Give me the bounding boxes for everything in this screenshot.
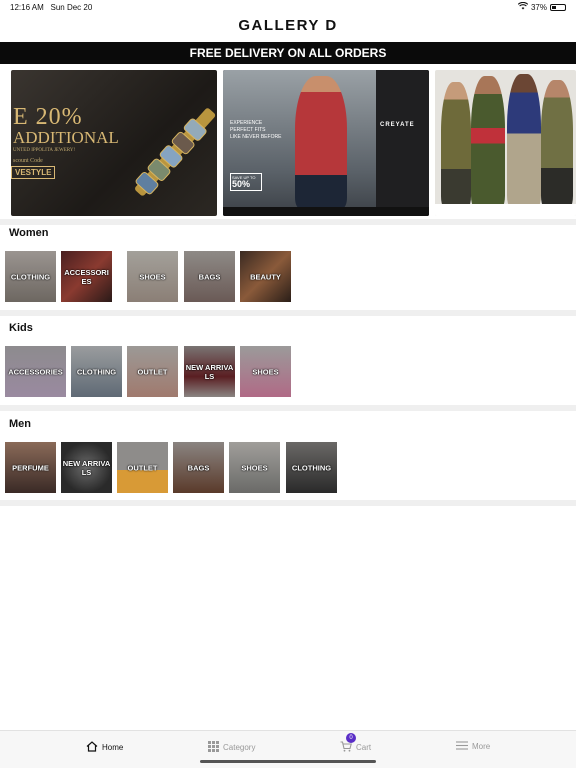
kids-tile-new-arrivals[interactable]: NEW ARRIVALS (184, 346, 235, 397)
tile-label: BAGS (187, 463, 210, 472)
wifi-icon (517, 1, 529, 12)
men-tile-bags[interactable]: BAGS (173, 442, 224, 493)
section-divider (0, 310, 576, 316)
app-title: GALLERY D (238, 17, 338, 34)
tab-label: Home (102, 743, 124, 752)
battery-fill (552, 5, 557, 9)
men-tile-clothing[interactable]: CLOTHING (286, 442, 337, 493)
men-tile-outlet[interactable]: OUTLET (117, 442, 168, 493)
tile-label: SHOES (241, 463, 268, 472)
women-tile-clothing[interactable]: CLOTHING (5, 251, 56, 302)
tab-cart[interactable]: Cart (340, 741, 371, 754)
kids-tile-accessories[interactable]: ACCESSORIES (5, 346, 66, 397)
model-figure-3 (507, 74, 541, 206)
promo-banner[interactable]: FREE DELIVERY ON ALL ORDERS (0, 42, 576, 64)
banner-code: VESTYLE (11, 166, 56, 179)
save-value: 50% (232, 179, 251, 189)
banner-code-label: scount Code (13, 158, 43, 164)
model-figure (295, 76, 347, 208)
model-figure-2 (471, 76, 505, 206)
tab-label: Cart (356, 743, 372, 752)
kids-tile-clothing[interactable]: CLOTHING (71, 346, 122, 397)
battery-percent: 37% (530, 2, 547, 12)
women-tile-accessories[interactable]: ACCESSORIES (61, 251, 112, 302)
status-right: 37% (517, 1, 566, 12)
home-indicator (200, 760, 376, 763)
tagline-line-3: LIKE NEVER BEFORE (230, 134, 282, 140)
cart-count-badge: 0 (346, 733, 356, 743)
status-date: Sun Dec 20 (50, 2, 93, 12)
section-title-kids: Kids (9, 322, 33, 334)
battery-icon (550, 3, 566, 11)
tagline-line-1: EXPERIENCE (230, 120, 263, 126)
banner-save-box: SAVE UP TO 50% (230, 173, 262, 191)
model-figure-1 (441, 82, 471, 206)
menu-icon (456, 741, 468, 752)
banner-creyate[interactable]: EXPERIENCE PERFECT FITS LIKE NEVER BEFOR… (223, 70, 429, 216)
banner-footer-band (435, 204, 576, 216)
tab-category[interactable]: Category (208, 741, 255, 754)
tab-more[interactable]: More (456, 741, 490, 752)
section-divider (0, 405, 576, 411)
tile-label: ACCESSORIES (8, 367, 63, 376)
banner-additional: ADDITIONAL (13, 128, 119, 147)
home-icon (86, 741, 98, 754)
status-left: 12:16 AM Sun Dec 20 (10, 3, 92, 12)
tagline-line-2: PERFECT FITS (230, 127, 266, 133)
men-tile-new-arrivals[interactable]: NEW ARRIVALS (61, 442, 112, 493)
tab-label: Category (223, 743, 256, 752)
section-divider (0, 219, 576, 225)
banner-dark-panel (376, 70, 429, 216)
section-divider (0, 500, 576, 506)
banner-fashion[interactable] (435, 70, 576, 216)
tab-label: More (472, 742, 491, 751)
women-tile-beauty[interactable]: BEAUTY (240, 251, 291, 302)
men-tile-shoes[interactable]: SHOES (229, 442, 280, 493)
tile-label: ACCESSORIES (64, 267, 109, 286)
women-tile-shoes[interactable]: SHOES (127, 251, 178, 302)
banner-tagline: EXPERIENCE PERFECT FITS LIKE NEVER BEFOR… (230, 120, 281, 141)
status-bar: 12:16 AM Sun Dec 20 37% (0, 0, 576, 14)
section-title-women: Women (9, 227, 49, 239)
kids-tile-outlet[interactable]: OUTLET (127, 346, 178, 397)
grid-icon (208, 741, 219, 754)
banner-brand: CREYATE (380, 122, 415, 128)
tile-label: SHOES (139, 272, 166, 281)
section-title-men: Men (9, 418, 31, 430)
banner-jewelry[interactable]: E 20% ADDITIONAL UNTED IPPOLITA JEWERY! … (11, 70, 217, 216)
banner-subtext: UNTED IPPOLITA JEWERY! (13, 148, 76, 153)
tile-label: CLOTHING (291, 463, 332, 472)
tile-label: OUTLET (137, 367, 168, 376)
model-figure-4 (541, 80, 573, 206)
women-tile-bags[interactable]: BAGS (184, 251, 235, 302)
tile-label: PERFUME (12, 463, 49, 472)
tile-label: CLOTHING (76, 367, 117, 376)
tile-label: SHOES (252, 367, 279, 376)
tile-label: BEAUTY (250, 272, 281, 281)
status-time: 12:16 AM (10, 2, 44, 12)
men-tile-perfume[interactable]: PERFUME (5, 442, 56, 493)
tile-label: BAGS (198, 272, 221, 281)
tile-label: OUTLET (127, 463, 158, 472)
tile-label: CLOTHING (10, 272, 51, 281)
tile-label: NEW ARRIVALS (62, 458, 111, 477)
kids-tile-shoes[interactable]: SHOES (240, 346, 291, 397)
tab-home[interactable]: Home (86, 741, 123, 754)
banner-footer-bar (223, 207, 429, 216)
tile-label: NEW ARRIVALS (185, 362, 234, 381)
banner-discount: E 20% (13, 104, 83, 130)
banner-carousel[interactable]: E 20% ADDITIONAL UNTED IPPOLITA JEWERY! … (0, 70, 576, 216)
